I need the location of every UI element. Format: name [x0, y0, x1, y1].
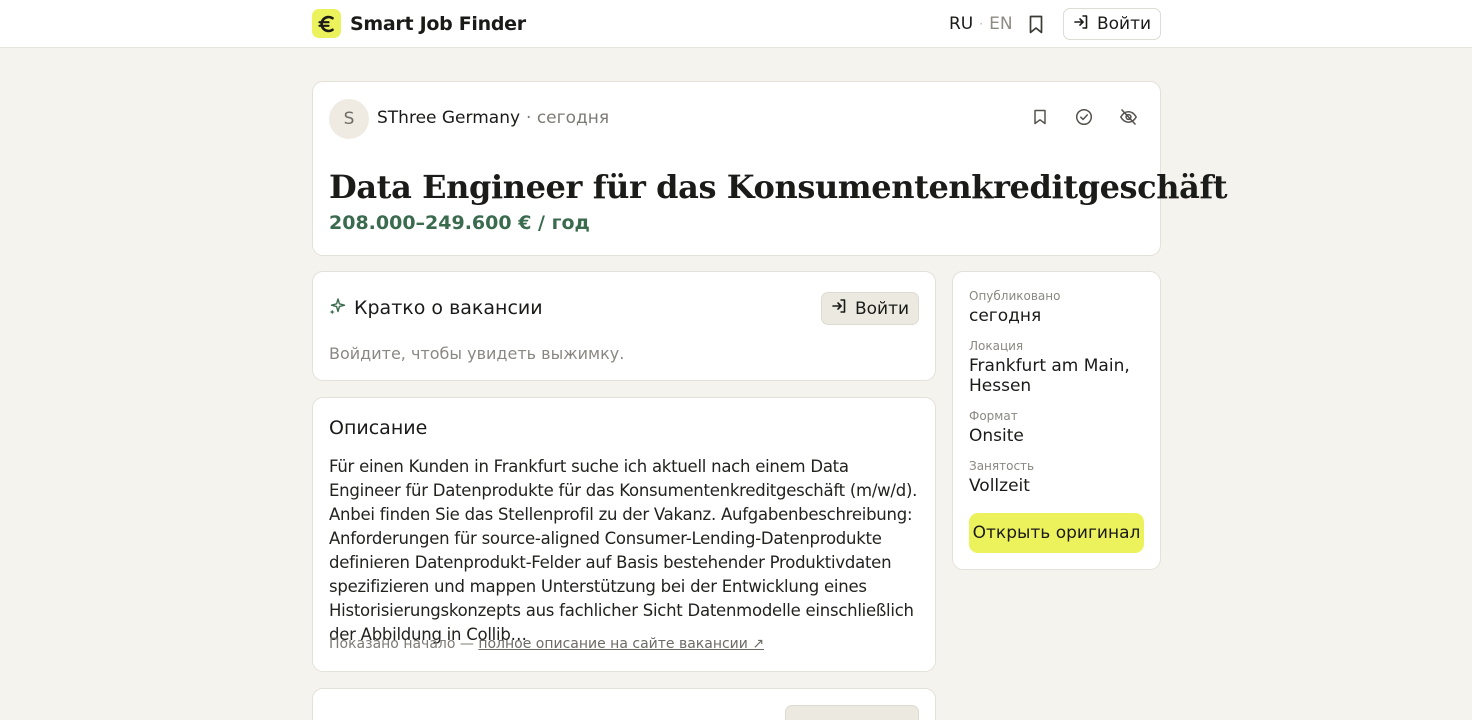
description-card: Описание Für einen Kunden in Frankfurt s…: [312, 397, 936, 672]
location-label: Локация: [969, 339, 1024, 353]
employment-value: Vollzeit: [969, 476, 1030, 496]
check-circle-icon[interactable]: [1074, 107, 1094, 127]
summary-login-button[interactable]: Войти: [821, 292, 919, 325]
location-value: Frankfurt am Main, Hessen: [969, 356, 1130, 396]
description-title: Описание: [329, 417, 428, 439]
description-more: Показано начало — полное описание на сай…: [329, 636, 764, 652]
eye-off-icon[interactable]: [1118, 107, 1138, 127]
euro-icon: [312, 9, 341, 38]
sign-in-icon: [831, 298, 847, 319]
lang-ru[interactable]: RU: [949, 14, 973, 34]
job-details-sidebar: Опубликовано сегодня Локация Frankfurt a…: [952, 271, 1161, 570]
meta-location: Локация Frankfurt am Main, Hessen: [969, 339, 1149, 396]
format-value: Onsite: [969, 426, 1024, 446]
summary-text: Войдите, чтобы увидеть выжимку.: [329, 344, 625, 363]
bookmark-icon[interactable]: [1030, 107, 1050, 127]
language-switcher: RU · EN: [949, 14, 1013, 34]
sparkles-icon: [329, 297, 346, 319]
full-description-link[interactable]: полное описание на сайте вакансии ↗: [478, 636, 764, 652]
meta-employment: Занятость Vollzeit: [969, 459, 1034, 496]
brand-name: Smart Job Finder: [350, 12, 526, 35]
company-line: SThree Germany · сегодня: [377, 108, 609, 128]
job-title: Data Engineer für das Konsumentenkreditg…: [329, 168, 1228, 206]
meta-format: Формат Onsite: [969, 409, 1024, 446]
login-label: Войти: [1096, 14, 1152, 34]
next-section-card: [312, 688, 936, 720]
summary-card: Кратко о вакансии Войти Войдите, чтобы у…: [312, 271, 936, 381]
open-original-button[interactable]: Открыть оригинал: [969, 513, 1144, 553]
job-actions: [1030, 107, 1138, 127]
salary: 208.000–249.600 € / год: [329, 212, 590, 234]
lang-separator: ·: [979, 17, 984, 31]
company-name[interactable]: SThree Germany: [377, 108, 520, 128]
description-body: Für einen Kunden in Frankfurt suche ich …: [329, 457, 918, 644]
sign-in-icon: [1073, 14, 1089, 35]
published-value: сегодня: [969, 306, 1042, 326]
lang-en[interactable]: EN: [989, 14, 1012, 34]
bookmark-icon[interactable]: [1025, 12, 1047, 36]
published-label: Опубликовано: [969, 289, 1061, 303]
next-section-button[interactable]: [785, 705, 919, 720]
company-avatar: S: [329, 99, 369, 139]
format-label: Формат: [969, 409, 1018, 423]
description-more-prefix: Показано начало —: [329, 636, 479, 652]
top-bar: Smart Job Finder RU · EN Войти: [0, 0, 1472, 48]
summary-login-label: Войти: [854, 298, 910, 319]
meta-published: Опубликовано сегодня: [969, 289, 1060, 326]
brand[interactable]: Smart Job Finder: [312, 9, 526, 38]
summary-title: Кратко о вакансии: [354, 297, 543, 319]
summary-header: Кратко о вакансии: [329, 297, 543, 319]
employment-label: Занятость: [969, 459, 1035, 473]
posted-date: · сегодня: [526, 108, 610, 128]
job-header-card: S SThree Germany · сегодня Data Engineer…: [312, 81, 1228, 256]
login-button[interactable]: Войти: [1063, 8, 1161, 40]
